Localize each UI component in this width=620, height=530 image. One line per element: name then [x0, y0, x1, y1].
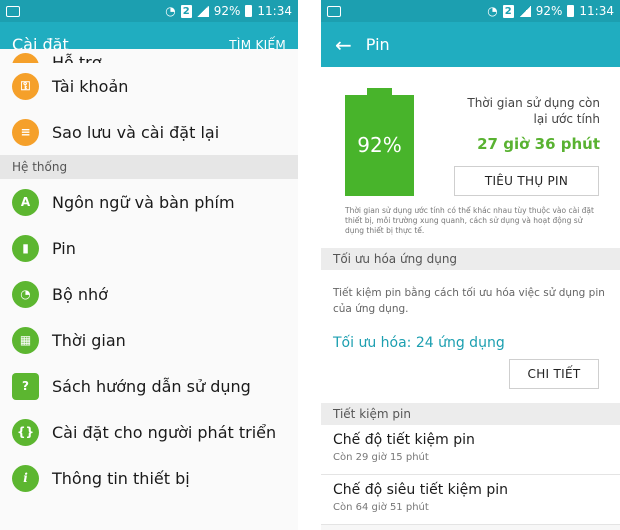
battery-level-graphic: 92%	[345, 88, 414, 196]
calendar-icon: ▦	[12, 326, 39, 354]
section-header-system: Hệ thống	[0, 155, 298, 179]
settings-item-label: Hỗ trợ	[52, 53, 102, 63]
ultra-power-saving-mode-item[interactable]: Chế độ siêu tiết kiệm pin Còn 64 giờ 51 …	[321, 475, 620, 525]
settings-item-label: Sách hướng dẫn sử dụng	[52, 376, 251, 396]
ultra-power-saving-mode-title: Chế độ siêu tiết kiệm pin	[333, 482, 509, 498]
signal-icon	[518, 5, 531, 17]
section-header-power-saving: Tiết kiệm pin	[321, 403, 620, 425]
power-saving-mode-item[interactable]: Chế độ tiết kiệm pin Còn 29 giờ 15 phút	[321, 425, 620, 475]
status-bar: ◔ 2 92% 11:34	[321, 0, 620, 22]
status-bar: ◔ 2 92% 11:34	[0, 0, 298, 22]
optimization-count: Tối ưu hóa: 24 ứng dụng	[333, 335, 505, 351]
power-saving-mode-title: Chế độ tiết kiệm pin	[333, 432, 475, 448]
settings-item-label: Thông tin thiết bị	[52, 468, 190, 488]
remaining-time-value: 27 giờ 36 phút	[477, 135, 600, 153]
sim-icon: 2	[502, 4, 514, 18]
app-optimization-card: Tiết kiệm pin bằng cách tối ưu hóa việc …	[321, 270, 620, 403]
battery-app-bar: ← Pin	[321, 22, 620, 67]
settings-item-label: Sao lưu và cài đặt lại	[52, 122, 220, 142]
section-header-app-optimization: Tối ưu hóa ứng dụng	[321, 248, 620, 270]
settings-item-language[interactable]: A Ngôn ngữ và bàn phím	[0, 179, 298, 225]
power-saving-mode-remaining: Còn 29 giờ 15 phút	[333, 452, 429, 463]
battery-usage-button[interactable]: TIÊU THỤ PIN	[454, 166, 599, 196]
settings-item-label: Thời gian	[52, 330, 126, 350]
support-icon	[12, 53, 39, 63]
settings-item-label: Pin	[52, 238, 76, 258]
screenshot-icon	[6, 5, 20, 17]
clock: 11:34	[257, 4, 292, 18]
optimization-description: Tiết kiệm pin bằng cách tối ưu hóa việc …	[333, 287, 605, 315]
remaining-time-label: Thời gian sử dụng còn lại ước tính	[467, 96, 600, 126]
screenshot-icon	[327, 5, 341, 17]
settings-item-manual[interactable]: ? Sách hướng dẫn sử dụng	[0, 363, 298, 409]
settings-item-time[interactable]: ▦ Thời gian	[0, 317, 298, 363]
settings-item-backup[interactable]: ≡ Sao lưu và cài đặt lại	[0, 109, 298, 155]
battery-percent: 92%	[535, 4, 563, 18]
settings-screen: ◔ 2 92% 11:34 Cài đặt TÌM KIẾM Hỗ trợ ⚿ …	[0, 0, 298, 530]
backup-icon: ≡	[12, 118, 39, 146]
page-title: Pin	[365, 35, 390, 54]
wifi-icon: ◔	[487, 4, 498, 18]
memory-icon: ◔	[12, 280, 39, 308]
battery-status-icon	[567, 5, 575, 17]
battery-percent: 92%	[213, 4, 241, 18]
signal-icon	[196, 5, 209, 17]
settings-item-accounts[interactable]: ⚿ Tài khoản	[0, 63, 298, 109]
manual-icon: ?	[12, 372, 39, 400]
settings-item-battery[interactable]: ▮ Pin	[0, 225, 298, 271]
settings-item-device-info[interactable]: i Thông tin thiết bị	[0, 455, 298, 501]
developer-icon: {}	[12, 418, 39, 446]
settings-item-label: Cài đặt cho người phát triển	[52, 422, 277, 442]
key-icon: ⚿	[12, 72, 39, 100]
settings-item-developer[interactable]: {} Cài đặt cho người phát triển	[0, 409, 298, 455]
details-button[interactable]: CHI TIẾT	[509, 359, 599, 389]
battery-level-percent: 92%	[357, 133, 402, 157]
settings-item-label: Bộ nhớ	[52, 284, 108, 304]
settings-list: Hỗ trợ ⚿ Tài khoản ≡ Sao lưu và cài đặt …	[0, 49, 298, 501]
battery-cap	[367, 88, 392, 95]
settings-item-support[interactable]: Hỗ trợ	[0, 49, 298, 63]
language-icon: A	[12, 188, 39, 216]
battery-screen: ◔ 2 92% 11:34 ← Pin 92% Thời gian sử dụn…	[321, 0, 620, 530]
battery-summary-card: 92% Thời gian sử dụng còn lại ước tính 2…	[321, 67, 620, 248]
battery-status-icon	[245, 5, 253, 17]
back-arrow-icon[interactable]: ←	[335, 33, 352, 57]
wifi-icon: ◔	[165, 4, 176, 18]
ultra-power-saving-mode-remaining: Còn 64 giờ 51 phút	[333, 502, 429, 513]
clock: 11:34	[579, 4, 614, 18]
battery-icon: ▮	[12, 234, 39, 262]
sim-icon: 2	[180, 4, 192, 18]
settings-item-label: Ngôn ngữ và bàn phím	[52, 192, 235, 212]
settings-item-memory[interactable]: ◔ Bộ nhớ	[0, 271, 298, 317]
estimate-note: Thời gian sử dụng ước tính có thể khác n…	[345, 206, 594, 235]
info-icon: i	[12, 464, 39, 492]
settings-item-label: Tài khoản	[52, 76, 129, 96]
